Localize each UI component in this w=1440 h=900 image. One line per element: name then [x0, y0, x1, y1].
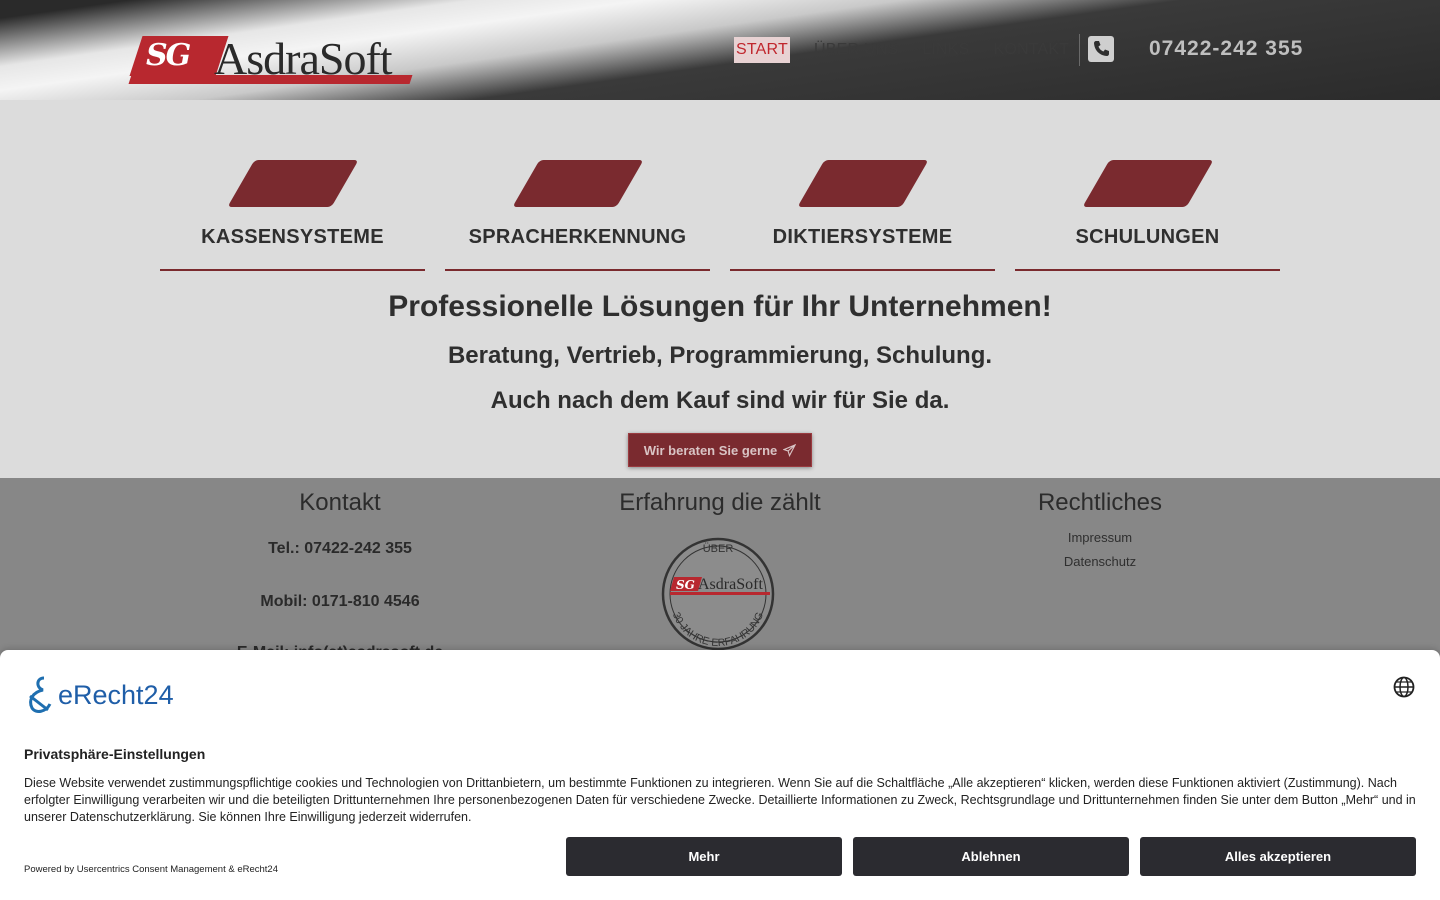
erecht24-brand-text: eRecht24: [58, 680, 174, 710]
service-label: KASSENSYSTEME: [201, 226, 384, 248]
site-header: SG AsdraSoft START ÜBER UNS LINKS KONTAK…: [0, 0, 1440, 100]
nav-item-links[interactable]: LINKS: [922, 37, 969, 63]
hero-headline: Professionelle Lösungen für Ihr Unterneh…: [388, 290, 1052, 323]
erecht24-mark-icon: [29, 676, 52, 713]
nav-item-start[interactable]: START: [734, 37, 790, 63]
service-icon-shape: [797, 160, 929, 207]
legal-title: Rechtliches: [1037, 489, 1163, 516]
datenschutz-link[interactable]: Datenschutz: [1000, 554, 1200, 569]
decline-button[interactable]: Ablehnen: [853, 837, 1129, 876]
service-label: DIKTIERSYSTEME: [772, 226, 953, 248]
service-icon-shape: [512, 160, 644, 207]
more-button[interactable]: Mehr: [566, 837, 842, 876]
consult-button[interactable]: Wir beraten Sie gerne: [628, 433, 812, 467]
hero-subline-support: Auch nach dem Kauf sind wir für Sie da.: [490, 387, 950, 414]
site-logo[interactable]: SG AsdraSoft: [128, 33, 413, 86]
phone-icon[interactable]: [1088, 36, 1114, 62]
hero-subline-services: Beratung, Vertrieb, Programmierung, Schu…: [447, 342, 993, 369]
paper-plane-icon: [783, 443, 797, 457]
globe-icon[interactable]: [1392, 675, 1416, 699]
consult-button-label: Wir beraten Sie gerne: [643, 442, 778, 458]
service-label: SPRACHERKENNUNG: [468, 226, 687, 248]
service-label: SCHULUNGEN: [1075, 226, 1220, 248]
kontakt-title: Kontakt: [299, 489, 381, 516]
privacy-settings-text: Diese Website verwendet zustimmungspflic…: [24, 776, 1416, 824]
seal-name: AsdraSoft: [698, 576, 763, 593]
seal-top-text: ÜBER: [703, 543, 734, 555]
service-kassensysteme[interactable]: KASSENSYSTEME: [160, 160, 425, 271]
powered-by-text: Powered by Usercentrics Consent Manageme…: [24, 864, 278, 875]
logo-badge-text: SG: [146, 38, 191, 73]
experience-title: Erfahrung die zählt: [619, 489, 821, 516]
nav-divider: [1079, 34, 1080, 66]
accept-all-button[interactable]: Alles akzeptieren: [1140, 837, 1416, 876]
service-diktiersysteme[interactable]: DIKTIERSYSTEME: [730, 160, 995, 271]
cookie-consent-banner: eRecht24 Privatsphäre-Einstellungen Dies…: [0, 650, 1440, 900]
services-section: KASSENSYSTEME SPRACHERKENNUNG DIKTIERSYS…: [0, 100, 1440, 478]
erecht24-logo: eRecht24: [24, 674, 194, 716]
kontakt-tel[interactable]: Tel.: 07422-242 355: [140, 540, 540, 558]
main-nav: START ÜBER UNS LINKS KONTAKT: [734, 36, 1093, 64]
service-schulungen[interactable]: SCHULUNGEN: [1015, 160, 1280, 271]
service-icon-shape: [1082, 160, 1214, 207]
service-icon-shape: [227, 160, 359, 207]
seal-badge: SG: [676, 578, 695, 592]
kontakt-mobil[interactable]: Mobil: 0171-810 4546: [140, 593, 540, 611]
header-phone-number[interactable]: 07422-242 355: [1149, 37, 1303, 61]
experience-seal: ÜBER SG AsdraSoft 30 JAHRE ERFAHRUNG: [660, 536, 780, 652]
nav-item-ueber-uns[interactable]: ÜBER UNS: [814, 37, 898, 63]
service-spracherkennung[interactable]: SPRACHERKENNUNG: [445, 160, 710, 271]
nav-item-kontakt[interactable]: KONTAKT: [994, 37, 1070, 63]
privacy-settings-title: Privatsphäre-Einstellungen: [24, 746, 206, 762]
impressum-link[interactable]: Impressum: [1000, 530, 1200, 545]
logo-underline: [128, 75, 413, 84]
